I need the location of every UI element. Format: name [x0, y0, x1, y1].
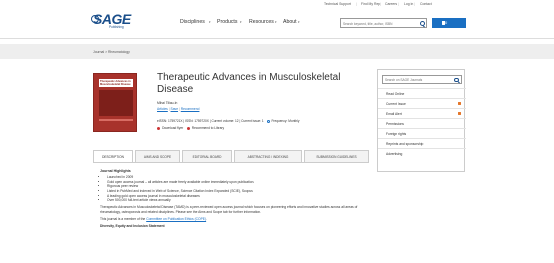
tab-aims-and-scope[interactable]: AIMS AND SCOPE	[135, 150, 180, 162]
cover-illustration	[99, 90, 133, 116]
tab-divider	[93, 162, 369, 163]
technical-support-link[interactable]: Technical Support	[324, 2, 351, 6]
nav-products[interactable]: Products	[217, 19, 237, 25]
journal-cover-image: Therapeutic Advances in Musculoskeletal …	[93, 73, 137, 132]
sidebar-item-advertising[interactable]: Advertising	[378, 148, 466, 158]
chevron-down-icon: ▾	[240, 20, 242, 24]
sidebar-item-label: Email Alert	[386, 112, 402, 117]
sidebar-item-label: Permissions	[386, 122, 404, 127]
sidebar-search-input[interactable]	[385, 76, 455, 84]
separator: |	[356, 2, 357, 6]
download-flyer-link[interactable]: Download flyer	[162, 126, 183, 130]
search-icon[interactable]	[419, 21, 425, 26]
cart-count: 0	[445, 20, 448, 25]
save-link[interactable]: Save	[171, 107, 179, 111]
journal-meta: eISSN: 1759721X | ISSN: 1759720X | Curre…	[157, 119, 299, 123]
contact-link[interactable]: Contact	[420, 2, 432, 6]
cover-strip	[99, 119, 133, 121]
tab-abstracting-indexing[interactable]: ABSTRACTING / INDEXING	[234, 150, 302, 162]
breadcrumb-bar	[0, 44, 554, 59]
sidebar-item-current-issue[interactable]: Current Issue	[378, 98, 466, 108]
utility-bar: Technical Support | Find My Rep | Career…	[0, 0, 554, 10]
sidebar-item-reprints[interactable]: Reprints and sponsorship	[378, 138, 466, 148]
issn-info: eISSN: 1759721X | ISSN: 1759720X | Curre…	[157, 119, 264, 123]
cope-statement: This journal is a member of the Committe…	[100, 217, 365, 222]
careers-link[interactable]: Careers	[385, 2, 397, 6]
sidebar-item-email-alert[interactable]: Email Alert	[378, 108, 466, 118]
frequency-icon	[266, 119, 270, 123]
logo-ring-icon	[91, 15, 99, 23]
tab-editorial-board[interactable]: EDITORIAL BOARD	[182, 150, 232, 162]
articles-link[interactable]: Articles	[157, 107, 168, 111]
rss-icon[interactable]	[458, 112, 461, 115]
journal-links: Articles | Save | Recommend	[157, 107, 199, 111]
list-item: Over 500,000 full-text article views ann…	[107, 198, 365, 203]
cover-title: Therapeutic Advances in Musculoskeletal …	[100, 80, 131, 86]
log-in-link[interactable]: Log in	[404, 2, 413, 6]
nav-about[interactable]: About	[283, 19, 297, 25]
frequency: Frequency: Monthly	[271, 119, 300, 123]
rss-icon[interactable]	[458, 102, 461, 105]
shopping-bag-icon	[442, 21, 445, 25]
highlights-heading: Journal Highlights	[100, 169, 131, 173]
sidebar-item-label: Reprints and sponsorship	[386, 142, 424, 147]
description-panel: Journal Highlights Launched in 2009 Gold…	[100, 169, 365, 229]
chevron-down-icon: ▾	[298, 20, 300, 24]
separator: |	[398, 2, 399, 6]
tab-submission-guidelines[interactable]: SUBMISSION GUIDELINES	[304, 150, 369, 162]
journal-title: Therapeutic Advances in Musculoskeletal …	[157, 72, 341, 95]
nav-resources[interactable]: Resources	[249, 19, 274, 25]
chevron-down-icon: ▾	[275, 20, 277, 24]
tab-description[interactable]: DESCRIPTION	[93, 150, 133, 163]
sidebar-item-read-online[interactable]: Read Online	[378, 88, 466, 98]
cope-suffix: .	[206, 217, 208, 222]
download-icon	[157, 126, 161, 130]
cope-link[interactable]: Committee on Publication Ethics (COPE)	[146, 217, 206, 221]
sidebar-item-label: Advertising	[386, 152, 403, 157]
journal-editor: Mihai Tiliau-In	[157, 101, 178, 105]
sidebar: Read Online Current Issue Email Alert Pe…	[377, 69, 466, 172]
breadcrumb[interactable]: Journal > Rheumatology	[93, 50, 130, 54]
highlights-list: Launched in 2009 Gold open access journa…	[107, 175, 365, 203]
nav-disciplines[interactable]: Disciplines	[180, 19, 205, 25]
recommend-library-link[interactable]: Recommend to Library	[192, 126, 224, 130]
recommend-link[interactable]: Recommend	[181, 107, 200, 111]
logo-subtitle: Publishing	[109, 25, 124, 29]
cart-button[interactable]: 0	[432, 18, 466, 28]
separator: |	[380, 2, 381, 6]
header-search	[340, 18, 427, 28]
sidebar-item-label: Current Issue	[386, 102, 406, 107]
sidebar-item-foreign-rights[interactable]: Foreign rights	[378, 128, 466, 138]
journal-description: Therapeutic Advances in Musculoskeletal …	[100, 205, 358, 214]
sidebar-item-permissions[interactable]: Permissions	[378, 118, 466, 128]
sidebar-search	[382, 75, 462, 84]
sage-logo[interactable]: SAGE Publishing	[91, 12, 131, 29]
find-my-rep-link[interactable]: Find My Rep	[361, 2, 380, 6]
sidebar-item-label: Foreign rights	[386, 132, 407, 137]
search-icon[interactable]	[454, 77, 459, 83]
cope-prefix: This journal is a member of the	[100, 217, 146, 222]
search-input[interactable]	[343, 19, 419, 28]
separator: |	[414, 2, 415, 6]
journal-actions: Download flyer Recommend to Library	[157, 126, 224, 130]
chevron-down-icon: ▾	[209, 20, 211, 24]
diversity-heading: Diversity, Equity and Inclusion Statemen…	[100, 224, 165, 229]
sidebar-item-label: Read Online	[386, 92, 405, 97]
library-icon	[186, 126, 190, 130]
header-divider	[0, 38, 554, 39]
